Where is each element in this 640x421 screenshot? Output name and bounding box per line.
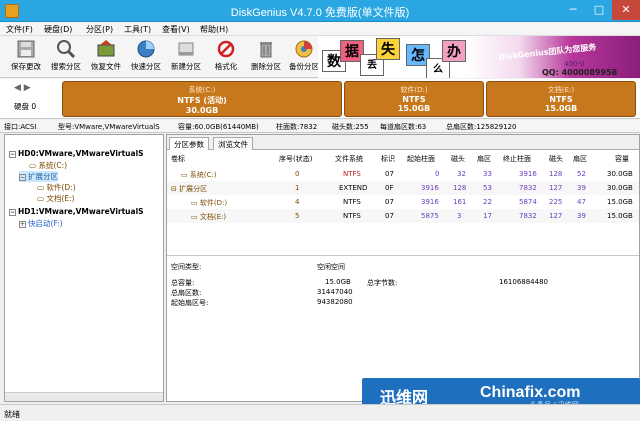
banner-phone: 400-0: [564, 60, 585, 68]
menu-help[interactable]: 帮助(H): [200, 24, 228, 35]
new-partition-icon: [178, 42, 194, 56]
search-icon: [57, 40, 76, 59]
recover-icon: [97, 40, 115, 57]
disk-sectors-per-track: 每道扇区数:63: [380, 123, 427, 131]
total-bytes-value: 16106884480: [499, 278, 548, 286]
disk-nav-arrows[interactable]: ◀ ▶: [14, 83, 31, 93]
menu-disk[interactable]: 硬盘(D): [44, 24, 72, 35]
total-bytes-label: 总字节数:: [367, 279, 398, 287]
maximize-button[interactable]: □: [586, 0, 612, 20]
status-bar: 就绪: [0, 404, 640, 421]
menu-file[interactable]: 文件(F): [6, 24, 33, 35]
tree-disk-0[interactable]: − HD0:VMware,VMwareVirtualS: [9, 149, 144, 158]
space-type-value: 空闲空间: [317, 263, 345, 271]
expand-icon[interactable]: +: [19, 221, 26, 228]
table-row[interactable]: ▭ 软件(D:) 4 NTFS 07 3916 161 22 5874 225 …: [167, 195, 639, 209]
tab-browse-files[interactable]: 浏览文件: [213, 137, 253, 150]
format-icon: [217, 40, 235, 58]
title-bar: DiskGenius V4.7.0 免费版(单文件版) ─ □ ✕: [0, 0, 640, 22]
trash-icon: [260, 42, 272, 58]
menu-partition[interactable]: 分区(P): [86, 24, 113, 35]
partition-block-d[interactable]: 软件(D:) NTFS 15.0GB: [344, 81, 484, 117]
status-text: 就绪: [4, 410, 20, 419]
minimize-button[interactable]: ─: [560, 0, 586, 20]
tree-disk-1[interactable]: − HD1:VMware,VMwareVirtualS: [9, 207, 144, 216]
disk-interface: 接口:ACSI: [4, 123, 37, 131]
disk-total-sectors: 总扇区数:125829120: [446, 123, 517, 131]
table-row[interactable]: ▭ 系统(C:) 0 NTFS 07 0 32 33 3916 128 52 3…: [167, 167, 639, 181]
new-partition-button[interactable]: 新建分区: [166, 38, 206, 76]
disk-tree: − HD0:VMware,VMwareVirtualS ▭ 系统(C:) − 扩展分…: [4, 134, 164, 402]
tab-partition-params[interactable]: 分区参数: [169, 137, 209, 150]
disk-map: ◀ ▶ 硬盘 0 系统(C:) NTFS (活动) 30.0GB 软件(D:) …: [0, 79, 640, 119]
partition-icon: ▭: [191, 199, 200, 207]
space-type-label: 空间类型:: [171, 263, 202, 271]
partition-details-pane: 分区参数 浏览文件 卷标 序号(状态) 文件系统 标识 起始柱面 磁头 扇区 终…: [166, 134, 640, 402]
backup-icon: [295, 40, 313, 58]
tree-horizontal-scrollbar[interactable]: [5, 392, 163, 401]
save-icon: [17, 40, 35, 58]
window-title: DiskGenius V4.7.0 免费版(单文件版): [230, 7, 410, 19]
disk-heads: 磁头数:255: [332, 123, 369, 131]
tree-partition-d[interactable]: ▭ 软件(D:): [37, 182, 76, 193]
collapse-icon[interactable]: −: [9, 151, 16, 158]
menu-view[interactable]: 查看(V): [162, 24, 190, 35]
collapse-icon[interactable]: ⊟: [171, 185, 179, 193]
tree-partition-e[interactable]: ▭ 文档(E:): [37, 193, 75, 204]
partition-icon: ▭: [191, 213, 200, 221]
menu-bar: 文件(F) 硬盘(D) 分区(P) 工具(T) 查看(V) 帮助(H): [0, 22, 640, 36]
table-row[interactable]: ▭ 文档(E:) 5 NTFS 07 5875 3 17 7832 127 39…: [167, 209, 639, 223]
close-button[interactable]: ✕: [612, 0, 640, 20]
delete-partition-button[interactable]: 删除分区: [246, 38, 286, 76]
start-sector-value: 94382080: [317, 298, 353, 306]
table-header: 卷标 序号(状态) 文件系统 标识 起始柱面 磁头 扇区 终止柱面 磁头 扇区 …: [167, 151, 639, 165]
partition-block-e[interactable]: 文档(E:) NTFS 15.0GB: [486, 81, 636, 117]
banner-tile: 失: [376, 38, 400, 60]
table-row[interactable]: ⊟ 扩展分区 1 EXTEND 0F 3916 128 53 7832 127 …: [167, 181, 639, 195]
total-capacity-label: 总容量:: [171, 279, 195, 287]
tab-strip: 分区参数 浏览文件: [167, 135, 639, 150]
tree-extended-partition[interactable]: − 扩展分区: [19, 171, 58, 182]
search-partition-button[interactable]: 搜索分区: [46, 38, 86, 76]
promo-banner[interactable]: 数 据 丢 失 怎 么 办 DiskGenius团队为您服务 400-0 QQ:…: [318, 36, 640, 78]
tree-partition-c[interactable]: ▭ 系统(C:): [29, 160, 67, 171]
collapse-icon[interactable]: −: [9, 209, 16, 216]
partition-icon: ▭: [181, 171, 190, 179]
total-capacity-value: 15.0GB: [325, 278, 351, 286]
disk-info-bar: 接口:ACSI 型号:VMware,VMwareVirtualS 容量:60.0…: [0, 120, 640, 133]
partition-block-c[interactable]: 系统(C:) NTFS (活动) 30.0GB: [62, 81, 342, 117]
menu-tools[interactable]: 工具(T): [124, 24, 151, 35]
quick-partition-button[interactable]: 快速分区: [126, 38, 166, 76]
disk-cylinders: 柱面数:7832: [276, 123, 318, 131]
collapse-icon[interactable]: −: [19, 174, 26, 181]
quick-partition-icon: [137, 40, 155, 58]
recover-files-button[interactable]: 恢复文件: [86, 38, 126, 76]
format-button[interactable]: 格式化: [206, 38, 246, 76]
disk-capacity: 容量:60.0GB(61440MB): [178, 123, 259, 131]
save-button[interactable]: 保存更改: [6, 38, 46, 76]
disk-model: 型号:VMware,VMwareVirtualS: [58, 123, 160, 131]
free-space-details: 空间类型: 空闲空间 总容量: 15.0GB 总字节数: 16106884480…: [167, 255, 639, 345]
disk-label: 硬盘 0: [14, 102, 37, 111]
sector-count-label: 总扇区数:: [171, 289, 202, 297]
tree-partition-f[interactable]: + 快启动(F:): [19, 218, 63, 229]
start-sector-label: 起始扇区号:: [171, 299, 209, 307]
banner-qq: QQ: 4000089958: [542, 68, 618, 77]
sector-count-value: 31447040: [317, 288, 353, 296]
banner-tile: 办: [442, 40, 466, 62]
